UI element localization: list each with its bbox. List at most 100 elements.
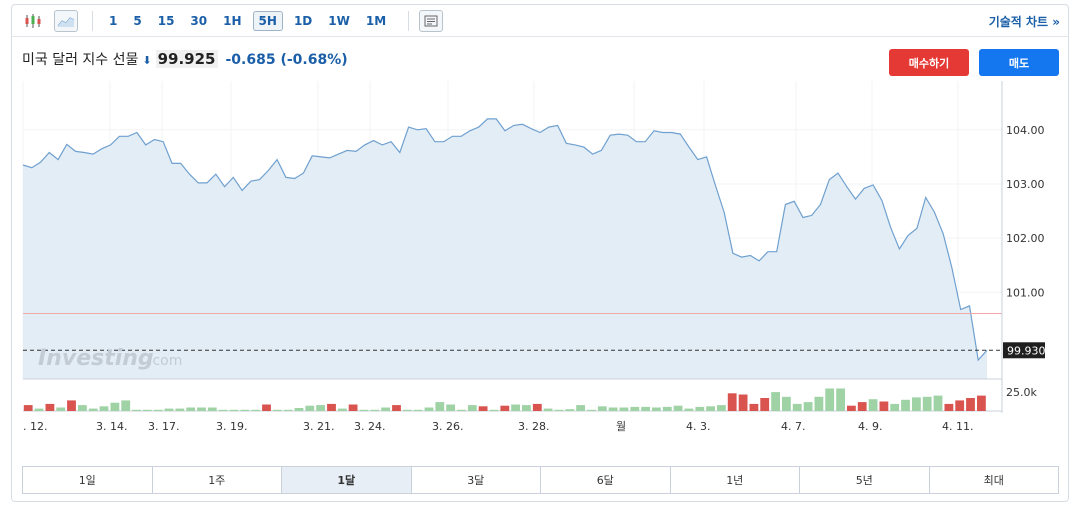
volume-bar [662,406,672,411]
range-tab[interactable]: 1일 [23,467,153,493]
volume-bar [576,405,585,411]
volume-bar [381,407,390,411]
x-tick-label: 3. 26. [432,420,464,433]
volume-bar [56,407,66,411]
volume-bar [121,400,131,411]
volume-bar [695,406,705,411]
range-tab[interactable]: 3달 [412,467,541,493]
volume-bar [337,408,347,411]
watermark-suffix: .com [148,353,182,369]
volume-bar [771,392,780,411]
x-tick-label: 3. 14. [96,420,128,433]
volume-bar [955,400,965,411]
x-tick-label: 3. 17. [148,420,180,433]
range-tab[interactable]: 1년 [671,467,800,493]
volume-bar [327,403,336,411]
y-tick-label: 102.00 [1006,232,1045,245]
chart-widget: 1 5 15 30 1H 5H 1D 1W 1M 기술적 차트 » 미국 달러 지수 선물 ⬇ … [11,4,1069,502]
volume-bar [608,407,618,411]
volume-bar [522,405,531,411]
volume-bar [370,409,380,411]
volume-bar [847,405,856,411]
volume-bar [88,408,98,411]
volume-bar [543,408,553,411]
volume-bar [532,403,542,411]
x-tick-label: . 12. [23,420,48,433]
volume-bar [760,398,770,411]
volume-bar [782,396,791,411]
volume-bar [132,409,141,411]
volume-bar [684,408,694,411]
volume-bar [467,405,477,411]
volume-bar [110,402,120,411]
volume-bar [706,406,715,411]
volume-bar [392,405,401,411]
volume-bar [500,405,510,411]
volume-bar [186,407,196,411]
volume-bar [402,409,412,411]
volume-bar [922,396,932,411]
volume-bar [652,407,661,411]
range-tab[interactable]: 6달 [541,467,671,493]
volume-bar [164,408,174,411]
volume-bar [836,388,845,411]
volume-bar [803,402,813,411]
volume-bar [478,406,488,411]
volume-bar [218,409,228,411]
volume-bar [619,407,629,411]
x-tick-label: 3. 21. [303,420,335,433]
volume-bar [207,407,217,411]
volume-bar [966,398,975,411]
volume-bar [879,401,889,411]
volume-bar [153,409,163,411]
volume-bar [977,395,986,411]
volume-bar [359,409,369,411]
x-tick-label: 4. 7. [781,420,806,433]
range-tab[interactable]: 5년 [800,467,930,493]
x-tick-label: 4. 3. [686,420,711,433]
watermark-brand: Investing [38,346,154,371]
volume-bar [554,409,564,411]
volume-bar [240,409,250,411]
x-tick-label: 3. 19. [216,420,248,433]
volume-bar [251,409,261,411]
y-tick-label: 104.00 [1006,124,1045,137]
price-chart: 104.00 103.00 102.00 101.00 99.930 Investing.… [22,81,1046,433]
volume-bar [23,405,33,411]
range-tab[interactable]: 1주 [153,467,282,493]
volume-bar [175,408,185,411]
x-tick-label: 3. 24. [354,420,386,433]
volume-bar [294,408,304,411]
volume-bar [597,406,607,411]
volume-bar [727,393,737,411]
range-tab[interactable]: 1달 [282,467,412,493]
x-tick-label: 4. 11. [942,420,974,433]
range-selector: 1일 1주 1달 3달 6달 1년 5년 최대 [22,466,1059,494]
volume-bar [348,404,358,411]
volume-bar [424,407,434,411]
range-tab[interactable]: 최대 [930,467,1059,493]
y-tick-label: 103.00 [1006,178,1045,191]
volume-bar [457,409,466,411]
volume-bar [34,408,44,411]
volume-bar [565,409,575,411]
volume-bar [868,399,878,411]
volume-bar [272,409,282,411]
volume-bar [305,405,315,411]
volume-bar [944,403,954,411]
last-price-label: 99.930 [1007,344,1046,357]
volume-bar [825,388,835,411]
volume-bar [45,403,55,411]
volume-bar [316,405,325,411]
volume-bar [890,403,900,411]
volume-bar [142,409,152,411]
volume-bar [933,395,943,411]
volume-bar [78,405,87,411]
volume-bar [67,400,76,411]
volume-bar [99,406,109,411]
x-tick-label: 3. 28. [518,420,550,433]
y-tick-label: 101.00 [1006,286,1045,299]
volume-bar [912,397,921,411]
volume-bar [814,396,824,411]
volume-bar [792,403,802,411]
